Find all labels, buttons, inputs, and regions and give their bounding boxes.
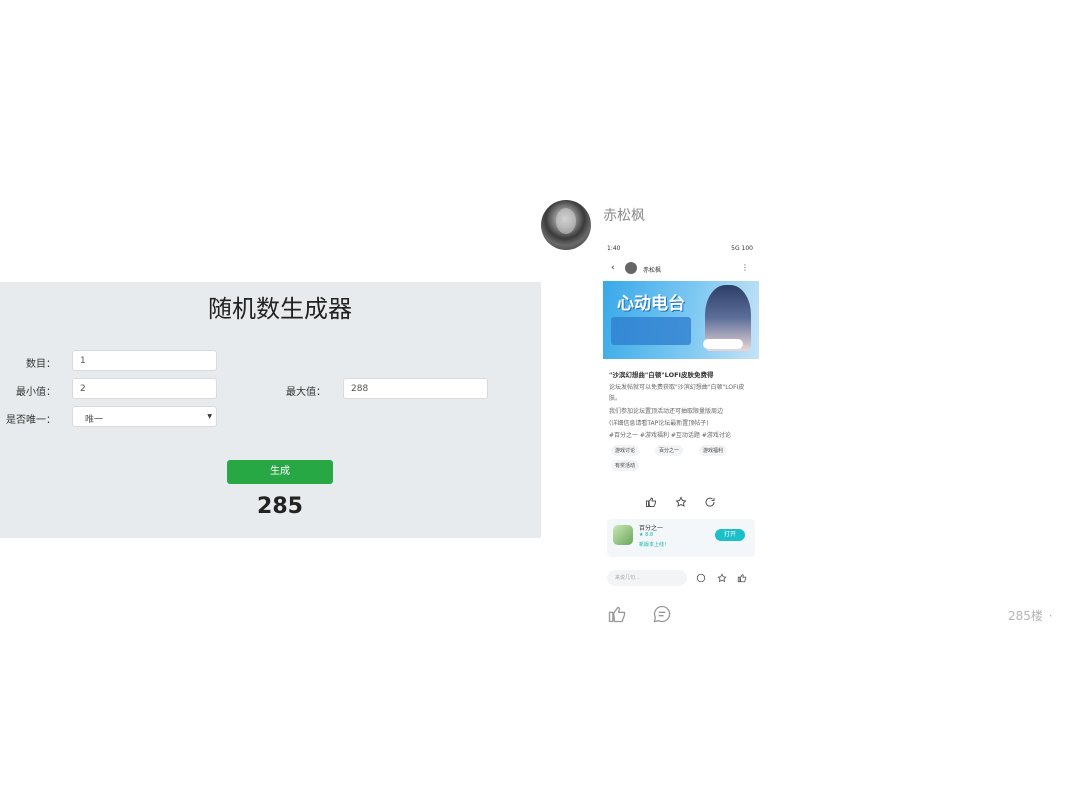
post-line-1: 论坛发帖就可以免费获取"沙滨幻想曲"白顿"LOFI皮 [609, 384, 745, 391]
mini-author: 赤松枫 [643, 267, 662, 274]
page-title: 随机数生成器 [208, 295, 352, 323]
game-open-button: 打开 [715, 529, 745, 541]
tag-item: 百分之一 [655, 445, 684, 456]
star-icon [675, 496, 687, 507]
count-input[interactable]: 1 [72, 350, 217, 371]
status-time: 1:40 [607, 245, 621, 252]
thumbs-up-icon [646, 497, 656, 507]
avatar[interactable] [541, 200, 591, 250]
min-input[interactable]: 2 [72, 378, 217, 399]
back-icon: ‹ [611, 263, 615, 273]
game-icon [613, 525, 633, 545]
floor-more-dot[interactable]: · [1049, 609, 1053, 623]
tag-item: 游戏讨论 [611, 445, 640, 456]
post-image-screenshot[interactable]: 1:40 5G 100 ‹ 赤松枫 ⋮ 心动电台 "沙滨幻想曲"白顿"LOFI皮… [603, 241, 759, 595]
floor-label: 285楼 [1008, 609, 1043, 623]
banner-text: 心动电台 [617, 294, 685, 314]
status-indicators: 5G 100 [731, 245, 753, 252]
mini-avatar [625, 262, 637, 274]
thumbs-up-icon [737, 574, 747, 583]
like-icon[interactable] [607, 604, 627, 624]
comment-box: 来说几句... [607, 570, 687, 586]
author-name[interactable]: 赤松枫 [603, 205, 645, 225]
comment-placeholder: 来说几句... [615, 575, 640, 581]
post-line-2: 我们参加论坛置顶活动还可抽取限量版周边 [609, 408, 724, 415]
more-icon: ⋮ [741, 263, 749, 272]
tag-item: 游戏福利 [699, 445, 728, 456]
game-card: 百分之一 ★ 8.8 新版本上线！ 打开 [607, 519, 755, 557]
count-label: 数目： [26, 359, 56, 370]
post-line-1b: 肤。 [609, 395, 622, 402]
floor-number: 285楼 · [1008, 607, 1053, 624]
min-label: 最小值： [16, 387, 56, 398]
post-line-3: (详细信息请看TAP论坛最新置顶帖子) [609, 420, 709, 427]
unique-select[interactable]: 唯一 ▼ [72, 406, 217, 427]
unique-label: 是否唯一： [6, 415, 56, 426]
comment-icon [696, 573, 706, 583]
generate-button[interactable]: 生成 [227, 460, 333, 484]
result-value: 285 [257, 494, 303, 519]
chevron-down-icon: ▼ [207, 413, 212, 420]
unique-select-value: 唯一 [85, 415, 104, 425]
star-icon [717, 573, 727, 583]
share-icon [705, 497, 715, 507]
post-hashtags: #百分之一 #游戏福利 #互动话题 #游戏讨论 [609, 432, 731, 439]
max-input[interactable]: 288 [343, 378, 488, 399]
tag-item: 有奖活动 [611, 460, 640, 471]
game-subtitle: 新版本上线！ [639, 542, 670, 548]
max-label: 最大值： [286, 387, 326, 398]
reply-icon[interactable] [652, 604, 672, 624]
game-rating: ★ 8.8 [639, 532, 654, 538]
banner-image: 心动电台 [603, 281, 759, 359]
post-title: "沙滨幻想曲"白顿"LOFI皮肤免费得 [609, 371, 714, 379]
game-name: 百分之一 [639, 525, 664, 532]
